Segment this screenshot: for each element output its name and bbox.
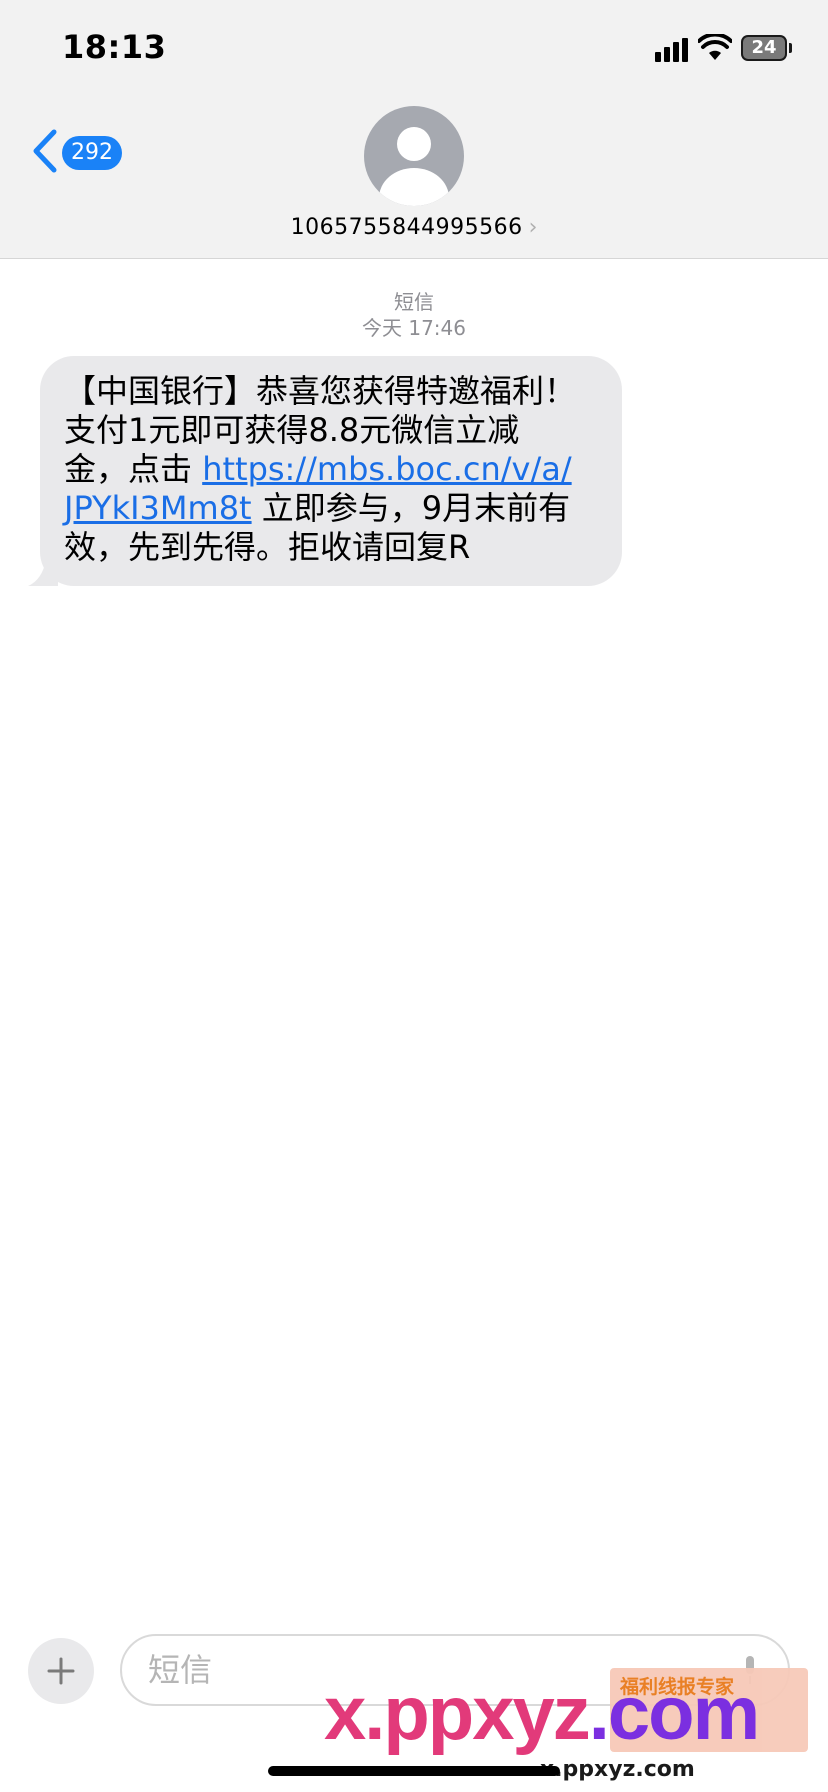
contact-number: 1065755844995566 bbox=[290, 215, 523, 240]
message-link-continued[interactable]: JPYkI3Mm8t bbox=[64, 489, 252, 527]
battery-level: 24 bbox=[751, 37, 777, 58]
message-timestamp: 今天 17:46 bbox=[362, 316, 466, 340]
home-indicator[interactable] bbox=[268, 1766, 560, 1776]
watermark-logo-tail: .com bbox=[588, 1671, 760, 1756]
conversation-header: 18:13 24 292 1065755844995566 › bbox=[0, 0, 828, 259]
message-line: 金，点击 https://mbs.boc.cn/v/a/ bbox=[64, 450, 600, 489]
plus-icon bbox=[47, 1657, 75, 1685]
battery-icon: 24 bbox=[741, 35, 787, 61]
message-link[interactable]: https://mbs.boc.cn/v/a/ bbox=[202, 450, 571, 488]
message-text: 立即参与，9月末前有 bbox=[251, 489, 571, 527]
wifi-icon bbox=[698, 34, 732, 60]
message-line: 支付1元即可获得8.8元微信立减 bbox=[64, 411, 520, 449]
message-line: JPYkI3Mm8t 立即参与，9月末前有 bbox=[64, 489, 600, 528]
message-line: 效，先到先得。拒收请回复R bbox=[64, 528, 471, 566]
message-bubble[interactable]: 【中国银行】恭喜您获得特邀福利！ 支付1元即可获得8.8元微信立减 金，点击 h… bbox=[40, 356, 622, 586]
chevron-right-icon: › bbox=[528, 215, 538, 240]
status-time: 18:13 bbox=[62, 28, 167, 66]
contact-info-button[interactable]: 1065755844995566 › bbox=[0, 215, 828, 240]
contact-avatar-icon[interactable] bbox=[364, 106, 464, 206]
watermark-logo-main: x.ppxyz bbox=[324, 1671, 591, 1756]
message-input-placeholder: 短信 bbox=[148, 1651, 213, 1689]
service-label: 短信 bbox=[394, 290, 434, 314]
messages-screen: 18:13 24 292 1065755844995566 › 短信 今天 17… bbox=[0, 0, 828, 1792]
message-line: 【中国银行】恭喜您获得特邀福利！ bbox=[64, 372, 577, 410]
back-unread-badge[interactable]: 292 bbox=[62, 136, 122, 170]
back-chevron-icon[interactable] bbox=[30, 128, 58, 174]
watermark-logo: x.ppxyz.com bbox=[324, 1670, 760, 1757]
signal-icon bbox=[655, 38, 689, 62]
apps-plus-button[interactable] bbox=[28, 1638, 94, 1704]
watermark-url: x.ppxyz.com bbox=[540, 1757, 695, 1782]
message-text: 金，点击 bbox=[64, 450, 203, 488]
